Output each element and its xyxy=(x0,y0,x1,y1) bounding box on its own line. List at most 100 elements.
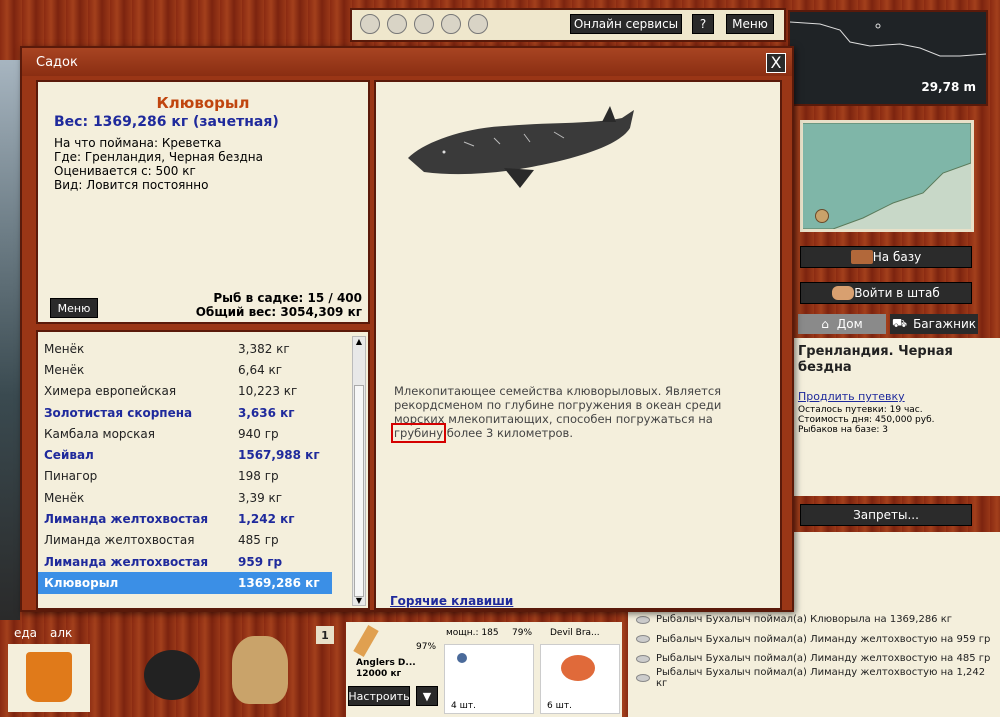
fish-icon xyxy=(636,635,650,644)
table-row[interactable]: Камбала морская 940 гр xyxy=(38,423,352,444)
fish-place: Где: Гренландия, Черная бездна xyxy=(54,150,263,164)
table-row[interactable]: Менёк 6,64 кг xyxy=(38,359,352,380)
house-icon xyxy=(850,250,873,264)
log-text: Рыбалыч Бухалыч поймал(а) Лиманду желтох… xyxy=(656,653,991,665)
fish-row-name: Менёк xyxy=(44,362,85,377)
fish-row-name: Золотистая скорпена xyxy=(44,405,193,420)
fish-weight: Вес: 1369,286 кг (зачетная) xyxy=(54,114,279,130)
bait-jar-icon[interactable] xyxy=(387,14,407,34)
table-row[interactable]: Клюворыл 1369,286 кг xyxy=(38,572,332,594)
alc-tab[interactable]: алк xyxy=(50,626,72,640)
fish-row-name: Лиманда желтохвостая xyxy=(44,512,209,527)
fish-row-weight: 1,242 кг xyxy=(238,512,295,527)
menu-button[interactable]: Меню xyxy=(726,14,774,34)
fish-icon xyxy=(636,654,650,663)
power-text: мощн.: 185 xyxy=(446,628,499,638)
expand-button[interactable]: ▼ xyxy=(416,686,438,706)
hotkeys-link[interactable]: Горячие клавиши xyxy=(390,594,513,608)
location-map[interactable] xyxy=(800,120,974,232)
home-tab-label: Дом xyxy=(836,317,863,331)
power-percent: 79% xyxy=(512,628,533,638)
menu-button-dialog[interactable]: Меню xyxy=(50,298,98,318)
table-row[interactable]: Золотистая скорпена 3,636 кг xyxy=(38,402,352,423)
fish-icon xyxy=(636,615,650,624)
cost-text: Стоимость дня: 450,000 руб. xyxy=(798,415,935,425)
location-panel: Гренландия. Черная бездна Продлить путев… xyxy=(794,338,1000,496)
home-icon: ⌂ xyxy=(821,317,829,331)
bait-jar-icon[interactable] xyxy=(441,14,461,34)
description-text: Млекопитающее семейства клюворыловых. Яв… xyxy=(394,384,722,426)
table-row[interactable]: Лиманда желтохвостая 959 гр xyxy=(38,551,352,572)
fish-row-name: Менёк xyxy=(44,490,85,505)
extend-permit-link[interactable]: Продлить путевку xyxy=(798,390,996,403)
trunk-tab-label: Багажник xyxy=(913,317,977,331)
log-text: Рыбалыч Бухалыч поймал(а) Лиманду желтох… xyxy=(656,667,986,690)
table-row[interactable]: Химера европейская 10,223 кг xyxy=(38,381,352,402)
setup-button[interactable]: Настроить xyxy=(348,686,410,706)
bans-button[interactable]: Запреты... xyxy=(800,504,972,526)
close-button[interactable]: X xyxy=(766,53,786,73)
depth-minimap[interactable]: 29,78 m xyxy=(788,10,988,106)
rod-name: Anglers D... xyxy=(356,658,416,668)
hook-icon xyxy=(457,653,467,663)
home-tab[interactable]: ⌂ Дом xyxy=(798,314,886,334)
table-row[interactable]: Пинагор 198 гр xyxy=(38,466,352,487)
fish-row-weight: 198 гр xyxy=(238,469,279,484)
shrimp-slot[interactable]: 6 шт. xyxy=(540,644,620,714)
trunk-tab[interactable]: ⛟ Багажник xyxy=(890,314,978,334)
bait-jar-icon[interactable] xyxy=(360,14,380,34)
fish-valued: Оценивается с: 500 кг xyxy=(54,164,196,178)
online-services-button[interactable]: Онлайн сервисы xyxy=(570,14,682,34)
table-row[interactable]: Менёк 3,39 кг xyxy=(38,487,352,508)
bucket-slot[interactable] xyxy=(8,644,90,712)
bait-jar-icon[interactable] xyxy=(468,14,488,34)
fish-row-weight: 6,64 кг xyxy=(238,362,283,377)
scroll-up-icon[interactable]: ▲ xyxy=(353,337,365,346)
list-item: Рыбалыч Бухалыч поймал(а) Клюворыла на 1… xyxy=(636,610,992,629)
to-base-button[interactable]: На базу xyxy=(800,246,972,268)
car-icon: ⛟ xyxy=(891,316,908,330)
fish-row-weight: 3,382 кг xyxy=(238,341,290,356)
remaining-text: Осталось путевки: 19 час. xyxy=(798,405,923,415)
fish-row-name: Химера европейская xyxy=(44,384,177,399)
fish-type: Вид: Ловится постоянно xyxy=(54,178,209,192)
list-item: Рыбалыч Бухалыч поймал(а) Лиманду желтох… xyxy=(636,630,992,649)
fish-name: Клюворыл xyxy=(156,94,250,112)
table-row[interactable]: Менёк 3,382 кг xyxy=(38,338,352,359)
slot-number: 1 xyxy=(316,626,334,644)
sack-icon[interactable] xyxy=(232,636,288,704)
rod-weight: 12000 кг xyxy=(356,669,402,679)
table-row[interactable]: Лиманда желтохвостая 485 гр xyxy=(38,530,352,551)
fish-info-panel: Клюворыл Вес: 1369,286 кг (зачетная) На … xyxy=(36,80,370,324)
whale-image xyxy=(408,106,634,188)
log-text: Рыбалыч Бухалыч поймал(а) Клюворыла на 1… xyxy=(656,614,953,626)
fish-row-weight: 485 гр xyxy=(238,533,279,548)
scroll-down-icon[interactable]: ▼ xyxy=(353,596,365,605)
depth-readout: 29,78 m xyxy=(921,80,976,94)
help-button[interactable]: ? xyxy=(692,14,714,34)
table-row[interactable]: Лиманда желтохвостая 1,242 кг xyxy=(38,508,352,529)
fish-row-name: Менёк xyxy=(44,341,85,356)
description-highlight: грубину xyxy=(390,423,447,443)
dialog-title: Садок xyxy=(22,48,792,76)
line-slot[interactable]: 4 шт. xyxy=(444,644,534,714)
fish-count: Рыб в садке: 15 / 400 xyxy=(213,291,362,305)
anglers-text: Рыбаков на базе: 3 xyxy=(798,425,888,435)
list-scrollbar[interactable]: ▲ ▼ xyxy=(352,336,366,606)
scroll-thumb[interactable] xyxy=(354,385,364,597)
fish-row-weight: 940 гр xyxy=(238,426,279,441)
bait-slots xyxy=(360,14,488,34)
list-item: Рыбалыч Бухалыч поймал(а) Лиманду желтох… xyxy=(636,649,992,668)
fish-list[interactable]: Менёк 3,382 кг Менёк 6,64 кг Химера европейс… xyxy=(36,330,370,610)
enter-hq-button[interactable]: Войти в штаб xyxy=(800,282,972,304)
rod-icon[interactable] xyxy=(353,625,379,657)
location-title: Гренландия. Черная бездна xyxy=(798,344,953,375)
table-row[interactable]: Сейвал 1567,988 кг xyxy=(38,444,352,465)
top-bar: Онлайн сервисы ? Меню xyxy=(350,8,786,42)
total-weight: Общий вес: 3054,309 кг xyxy=(195,305,362,319)
food-tab[interactable]: еда xyxy=(14,626,37,640)
bait-jar-icon[interactable] xyxy=(414,14,434,34)
lure-name: Devil Bra... xyxy=(550,628,600,638)
cauldron-icon[interactable] xyxy=(144,650,200,700)
close-icon: X xyxy=(770,53,782,72)
